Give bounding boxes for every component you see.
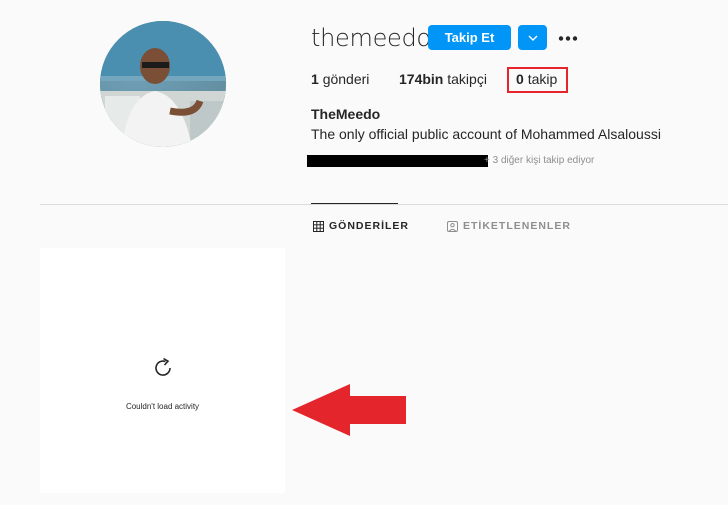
posts-count: 1 (311, 71, 319, 87)
reload-icon[interactable] (151, 356, 175, 380)
full-name: TheMeedo (311, 106, 381, 122)
follow-button[interactable]: Takip Et (428, 25, 511, 50)
activity-error-message: Couldn't load activity (125, 402, 200, 411)
following-highlight-box (507, 67, 568, 93)
tagged-icon (447, 220, 458, 232)
tab-posts-label: GÖNDERİLER (329, 220, 410, 232)
active-tab-indicator (311, 203, 398, 204)
followers-label: takipçi (447, 71, 487, 87)
activity-card: Couldn't load activity (40, 248, 285, 493)
tabs-divider (40, 204, 728, 205)
chevron-down-icon (528, 35, 537, 41)
suggestions-dropdown-button[interactable] (518, 25, 547, 50)
more-options-button[interactable] (556, 28, 580, 48)
redacted-followers (307, 155, 488, 167)
tab-posts[interactable]: GÖNDERİLER (313, 220, 409, 232)
followers-count: 174bin (399, 71, 444, 87)
posts-label: gönderi (322, 71, 370, 87)
tab-tagged[interactable]: ETİKETLENENLER (447, 220, 571, 232)
mutual-followers-text[interactable]: + 3 diğer kişi takip ediyor (484, 155, 594, 166)
profile-avatar[interactable] (100, 21, 226, 147)
tab-tagged-label: ETİKETLENENLER (463, 220, 571, 232)
username: themeedo (311, 24, 431, 52)
posts-stat: 1 gönderi (311, 71, 369, 87)
bio-text: The only official public account of Moha… (311, 126, 661, 142)
followers-stat[interactable]: 174bin takipçi (399, 71, 487, 87)
annotation-arrow (292, 384, 406, 436)
more-options-icon (558, 35, 578, 41)
grid-icon (313, 220, 324, 232)
